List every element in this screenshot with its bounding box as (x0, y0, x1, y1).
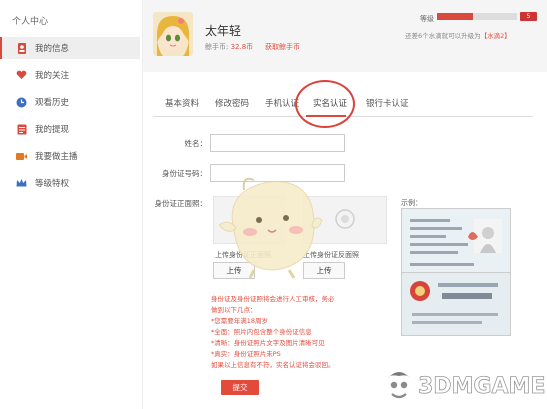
user-icon (16, 42, 27, 54)
sidebar-item-label: 我的信息 (35, 44, 70, 54)
coin-label: 鲸手币: (205, 43, 229, 51)
example-label: 示例： (401, 199, 422, 207)
tab-phone-verify[interactable]: 手机认证 (265, 97, 299, 109)
note-line: *清晰：身份证照片文字及图片清晰可见 (211, 339, 325, 347)
tab-basic-info[interactable]: 基本资料 (165, 97, 199, 109)
tab-bank-card[interactable]: 银行卡认证 (366, 97, 409, 109)
avatar[interactable] (153, 12, 193, 56)
sidebar-item-level-privilege[interactable]: 等级特权 (0, 172, 140, 194)
note-line: 做到以下几点： (211, 306, 257, 314)
example-id-front (401, 208, 511, 274)
get-coin-link[interactable]: 获取鲸手币 (265, 42, 300, 52)
submit-button[interactable]: 提交 (221, 380, 259, 395)
sidebar-item-withdraw[interactable]: 我的提现 (0, 118, 140, 140)
profile-header: 太年轻 鲸手币: 32.8币 获取鲸手币 等级 5 还差6个水滴就可以升级为【水… (143, 0, 547, 72)
mascot-watermark-icon (218, 177, 323, 279)
history-icon (16, 97, 27, 108)
level-badge: 5 (520, 12, 537, 21)
id-photo-label: 身份证正面照： (154, 199, 208, 208)
name-label: 姓名： (184, 139, 208, 148)
heart-icon (16, 70, 27, 81)
sidebar-item-label: 我的关注 (35, 71, 70, 81)
sidebar-item-label: 我的提现 (35, 125, 70, 135)
coin-balance: 鲸手币: 32.8币 (205, 42, 253, 52)
note-line: 如果以上信息有不符，实名认证将会驳回。 (211, 361, 335, 369)
video-icon (16, 151, 27, 162)
note-line: *您需要年满18周岁 (211, 317, 269, 325)
note-line: *全面：照片内包含整个身份证信息 (211, 328, 312, 336)
sidebar-item-become-streamer[interactable]: 我要做主播 (0, 145, 140, 167)
main-content: 太年轻 鲸手币: 32.8币 获取鲸手币 等级 5 还差6个水滴就可以升级为【水… (143, 0, 547, 409)
sidebar-item-label: 我要做主播 (35, 152, 78, 162)
notes-block: 身份证及身份证照将会进行人工审核，务必 做到以下几点： *您需要年满18周岁 *… (211, 294, 371, 371)
level-label: 等级 (420, 15, 434, 23)
id-number-label: 身份证号码： (162, 169, 207, 178)
coin-value: 32.8币 (230, 43, 254, 51)
username: 太年轻 (205, 24, 242, 38)
sidebar-item-history[interactable]: 观看历史 (0, 91, 140, 113)
sidebar: 个人中心 我的信息 我的关注 观看历史 我的提现 我要做主播 等级特权 (0, 0, 140, 409)
tab-change-password[interactable]: 修改密码 (215, 97, 249, 109)
sidebar-item-label: 等级特权 (35, 179, 70, 189)
watermark-logo: 3DMGAME (380, 366, 546, 404)
level-hint-target: 【水滴2】 (480, 32, 511, 40)
highlight-circle (295, 80, 355, 128)
watermark-text: 3DMGAME (418, 374, 545, 399)
sidebar-item-label: 观看历史 (35, 98, 70, 108)
level-hint: 还差6个水滴就可以升级为【水滴2】 (405, 30, 511, 40)
withdraw-icon (16, 124, 27, 135)
active-indicator (0, 37, 2, 59)
level-hint-text: 还差6个水滴就可以升级为 (405, 32, 481, 40)
example-id-back (401, 272, 511, 336)
note-line: *真实：身份证照片未PS (211, 350, 281, 358)
name-input[interactable] (210, 134, 345, 152)
sidebar-item-my-info[interactable]: 我的信息 (0, 37, 140, 59)
crown-icon (16, 178, 27, 189)
level-progress-bar (437, 13, 517, 20)
sidebar-item-my-follow[interactable]: 我的关注 (0, 64, 140, 86)
sidebar-title: 个人中心 (12, 17, 49, 27)
level-progress-fill (437, 13, 473, 20)
note-line: 身份证及身份证照将会进行人工审核，务必 (211, 295, 335, 303)
